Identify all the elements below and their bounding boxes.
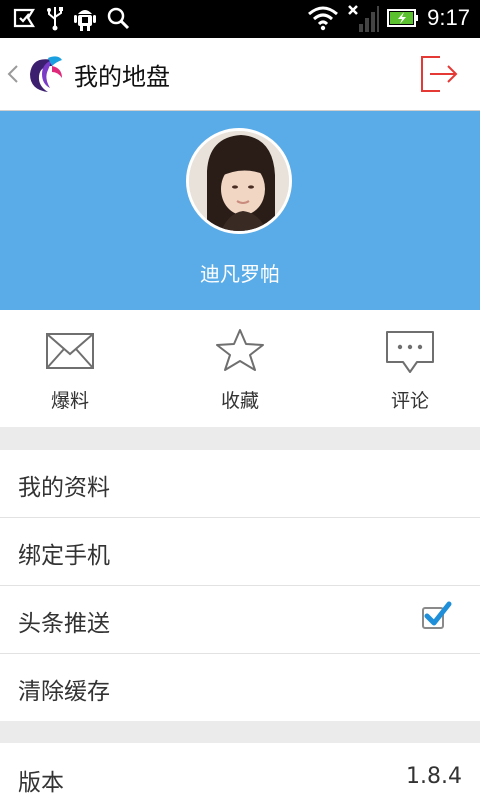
checkmark-icon [424, 601, 452, 626]
back-chevron-icon[interactable] [6, 64, 20, 84]
version-label: 版本 [18, 770, 64, 796]
clear-cache-label: 清除缓存 [18, 679, 110, 705]
search-icon [107, 7, 130, 30]
status-bar-left [12, 5, 130, 31]
star-icon [216, 329, 264, 371]
my-profile-row[interactable]: 我的资料 [0, 450, 480, 518]
settings-list: 我的资料 绑定手机 头条推送 清除缓存 [0, 450, 480, 721]
action-report-label: 爆料 [50, 390, 89, 412]
status-bar: 9:17 [0, 0, 480, 38]
headline-push-checkbox[interactable] [422, 601, 452, 629]
action-comments-label: 评论 [390, 390, 429, 412]
version-value: 1.8.4 [406, 764, 462, 789]
app-bar: 我的地盘 [0, 38, 480, 111]
wifi-icon [308, 6, 339, 31]
about-list: 版本 1.8.4 [0, 743, 480, 800]
status-bar-right: 9:17 [307, 4, 470, 32]
action-bar: 爆料 收藏 评论 [0, 310, 480, 427]
action-comments[interactable]: 评论 [340, 310, 480, 427]
bind-phone-row[interactable]: 绑定手机 [0, 518, 480, 586]
version-row[interactable]: 版本 1.8.4 [0, 743, 480, 800]
usb-icon [47, 7, 63, 31]
android-debug-icon [74, 10, 96, 31]
headline-push-label: 头条推送 [18, 611, 110, 637]
page-title: 我的地盘 [74, 63, 170, 91]
app-logo-icon [30, 56, 62, 92]
notification-icon [13, 8, 35, 28]
username: 迪凡罗帕 [200, 262, 280, 286]
action-favorites[interactable]: 收藏 [170, 310, 310, 427]
envelope-icon [46, 333, 94, 369]
profile-header: 迪凡罗帕 [0, 111, 480, 310]
clear-cache-row[interactable]: 清除缓存 [0, 654, 480, 721]
battery-charging-icon [387, 9, 419, 27]
headline-push-row[interactable]: 头条推送 [0, 586, 480, 654]
bind-phone-label: 绑定手机 [18, 543, 110, 569]
avatar-image [189, 131, 289, 231]
signal-icon [348, 5, 380, 32]
avatar[interactable] [186, 128, 292, 234]
action-report[interactable]: 爆料 [0, 310, 140, 427]
action-favorites-label: 收藏 [220, 390, 259, 412]
status-time: 9:17 [427, 5, 470, 30]
comment-icon [386, 331, 434, 373]
my-profile-label: 我的资料 [18, 475, 110, 501]
logout-icon[interactable] [420, 55, 460, 93]
